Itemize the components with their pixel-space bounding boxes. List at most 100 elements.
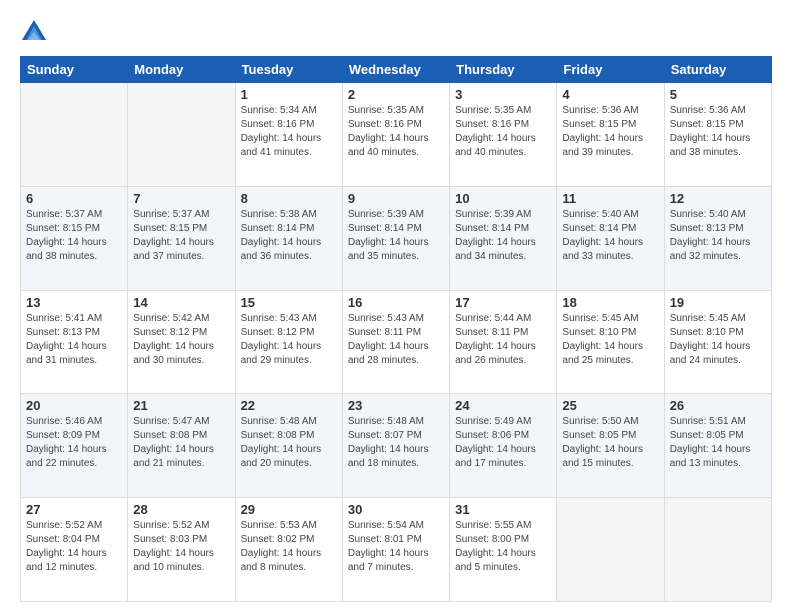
cell-info: Sunrise: 5:46 AM Sunset: 8:09 PM Dayligh… <box>26 415 122 471</box>
day-number: 10 <box>455 191 551 206</box>
day-number: 14 <box>133 295 229 310</box>
week-row-4: 20 Sunrise: 5:46 AM Sunset: 8:09 PM Dayli… <box>21 394 772 498</box>
cell-info: Sunrise: 5:50 AM Sunset: 8:05 PM Dayligh… <box>562 415 658 471</box>
day-number: 23 <box>348 398 444 413</box>
page: SundayMondayTuesdayWednesdayThursdayFrid… <box>0 0 792 612</box>
week-row-2: 6 Sunrise: 5:37 AM Sunset: 8:15 PM Daylig… <box>21 186 772 290</box>
cell-info: Sunrise: 5:43 AM Sunset: 8:11 PM Dayligh… <box>348 312 444 368</box>
day-number: 26 <box>670 398 766 413</box>
cell-info: Sunrise: 5:54 AM Sunset: 8:01 PM Dayligh… <box>348 519 444 575</box>
header-tuesday: Tuesday <box>235 57 342 83</box>
header-sunday: Sunday <box>21 57 128 83</box>
cell-w2-d2: 8Sunrise: 5:38 AM Sunset: 8:14 PM Daylig… <box>235 186 342 290</box>
cell-w1-d3: 2 Sunrise: 5:35 AM Sunset: 8:16 PM Daylig… <box>342 83 449 187</box>
cell-info: Sunrise: 5:55 AM Sunset: 8:00 PM Dayligh… <box>455 519 551 575</box>
cell-info: Sunrise: 5:49 AM Sunset: 8:06 PM Dayligh… <box>455 415 551 471</box>
cell-info: Sunrise: 5:45 AM Sunset: 8:10 PM Dayligh… <box>562 312 658 368</box>
cell-w4-d2: 22 Sunrise: 5:48 AM Sunset: 8:08 PM Dayli… <box>235 394 342 498</box>
cell-w3-d5: 18 Sunrise: 5:45 AM Sunset: 8:10 PM Dayli… <box>557 290 664 394</box>
cell-w2-d5: 11Sunrise: 5:40 AM Sunset: 8:14 PM Dayli… <box>557 186 664 290</box>
cell-w5-d1: 28 Sunrise: 5:52 AM Sunset: 8:03 PM Dayli… <box>128 498 235 602</box>
day-number: 18 <box>562 295 658 310</box>
cell-info: Sunrise: 5:40 AM Sunset: 8:14 PM Dayligh… <box>562 208 658 264</box>
cell-info: Sunrise: 5:48 AM Sunset: 8:08 PM Dayligh… <box>241 415 337 471</box>
cell-w3-d1: 14 Sunrise: 5:42 AM Sunset: 8:12 PM Dayli… <box>128 290 235 394</box>
day-number: 29 <box>241 502 337 517</box>
calendar-table: SundayMondayTuesdayWednesdayThursdayFrid… <box>20 56 772 602</box>
day-number: 17 <box>455 295 551 310</box>
day-number: 8 <box>241 191 337 206</box>
header-monday: Monday <box>128 57 235 83</box>
cell-w5-d3: 30 Sunrise: 5:54 AM Sunset: 8:01 PM Dayli… <box>342 498 449 602</box>
cell-info: Sunrise: 5:34 AM Sunset: 8:16 PM Dayligh… <box>241 104 337 160</box>
cell-w5-d6 <box>664 498 771 602</box>
cell-w1-d6: 5 Sunrise: 5:36 AM Sunset: 8:15 PM Daylig… <box>664 83 771 187</box>
day-number: 27 <box>26 502 122 517</box>
cell-w2-d1: 7Sunrise: 5:37 AM Sunset: 8:15 PM Daylig… <box>128 186 235 290</box>
cell-info: Sunrise: 5:52 AM Sunset: 8:03 PM Dayligh… <box>133 519 229 575</box>
cell-info: Sunrise: 5:44 AM Sunset: 8:11 PM Dayligh… <box>455 312 551 368</box>
day-number: 30 <box>348 502 444 517</box>
week-row-5: 27 Sunrise: 5:52 AM Sunset: 8:04 PM Dayli… <box>21 498 772 602</box>
cell-w2-d3: 9 Sunrise: 5:39 AM Sunset: 8:14 PM Daylig… <box>342 186 449 290</box>
cell-info: Sunrise: 5:35 AM Sunset: 8:16 PM Dayligh… <box>348 104 444 160</box>
day-number: 5 <box>670 87 766 102</box>
cell-w3-d3: 16Sunrise: 5:43 AM Sunset: 8:11 PM Dayli… <box>342 290 449 394</box>
cell-info: Sunrise: 5:37 AM Sunset: 8:15 PM Dayligh… <box>133 208 229 264</box>
day-number: 24 <box>455 398 551 413</box>
day-number: 22 <box>241 398 337 413</box>
cell-info: Sunrise: 5:51 AM Sunset: 8:05 PM Dayligh… <box>670 415 766 471</box>
cell-info: Sunrise: 5:52 AM Sunset: 8:04 PM Dayligh… <box>26 519 122 575</box>
header <box>20 18 772 46</box>
cell-info: Sunrise: 5:35 AM Sunset: 8:16 PM Dayligh… <box>455 104 551 160</box>
day-number: 20 <box>26 398 122 413</box>
cell-w4-d5: 25Sunrise: 5:50 AM Sunset: 8:05 PM Dayli… <box>557 394 664 498</box>
cell-w2-d6: 12Sunrise: 5:40 AM Sunset: 8:13 PM Dayli… <box>664 186 771 290</box>
day-number: 31 <box>455 502 551 517</box>
day-number: 9 <box>348 191 444 206</box>
cell-w1-d4: 3Sunrise: 5:35 AM Sunset: 8:16 PM Daylig… <box>450 83 557 187</box>
cell-w4-d4: 24 Sunrise: 5:49 AM Sunset: 8:06 PM Dayli… <box>450 394 557 498</box>
cell-w4-d1: 21 Sunrise: 5:47 AM Sunset: 8:08 PM Dayli… <box>128 394 235 498</box>
cell-w5-d2: 29 Sunrise: 5:53 AM Sunset: 8:02 PM Dayli… <box>235 498 342 602</box>
cell-info: Sunrise: 5:43 AM Sunset: 8:12 PM Dayligh… <box>241 312 337 368</box>
header-wednesday: Wednesday <box>342 57 449 83</box>
cell-info: Sunrise: 5:48 AM Sunset: 8:07 PM Dayligh… <box>348 415 444 471</box>
cell-w5-d5 <box>557 498 664 602</box>
cell-w4-d3: 23 Sunrise: 5:48 AM Sunset: 8:07 PM Dayli… <box>342 394 449 498</box>
cell-w4-d6: 26 Sunrise: 5:51 AM Sunset: 8:05 PM Dayli… <box>664 394 771 498</box>
logo-icon <box>20 18 48 46</box>
cell-w1-d1 <box>128 83 235 187</box>
day-number: 15 <box>241 295 337 310</box>
cell-w2-d4: 10 Sunrise: 5:39 AM Sunset: 8:14 PM Dayli… <box>450 186 557 290</box>
header-saturday: Saturday <box>664 57 771 83</box>
cell-w4-d0: 20 Sunrise: 5:46 AM Sunset: 8:09 PM Dayli… <box>21 394 128 498</box>
calendar-header-row: SundayMondayTuesdayWednesdayThursdayFrid… <box>21 57 772 83</box>
cell-info: Sunrise: 5:45 AM Sunset: 8:10 PM Dayligh… <box>670 312 766 368</box>
cell-info: Sunrise: 5:53 AM Sunset: 8:02 PM Dayligh… <box>241 519 337 575</box>
cell-info: Sunrise: 5:40 AM Sunset: 8:13 PM Dayligh… <box>670 208 766 264</box>
cell-w1-d5: 4Sunrise: 5:36 AM Sunset: 8:15 PM Daylig… <box>557 83 664 187</box>
cell-info: Sunrise: 5:42 AM Sunset: 8:12 PM Dayligh… <box>133 312 229 368</box>
logo <box>20 18 52 46</box>
cell-info: Sunrise: 5:39 AM Sunset: 8:14 PM Dayligh… <box>348 208 444 264</box>
cell-info: Sunrise: 5:36 AM Sunset: 8:15 PM Dayligh… <box>670 104 766 160</box>
day-number: 1 <box>241 87 337 102</box>
day-number: 19 <box>670 295 766 310</box>
cell-w3-d0: 13 Sunrise: 5:41 AM Sunset: 8:13 PM Dayli… <box>21 290 128 394</box>
cell-w5-d4: 31 Sunrise: 5:55 AM Sunset: 8:00 PM Dayli… <box>450 498 557 602</box>
day-number: 2 <box>348 87 444 102</box>
day-number: 28 <box>133 502 229 517</box>
cell-info: Sunrise: 5:41 AM Sunset: 8:13 PM Dayligh… <box>26 312 122 368</box>
week-row-3: 13 Sunrise: 5:41 AM Sunset: 8:13 PM Dayli… <box>21 290 772 394</box>
day-number: 6 <box>26 191 122 206</box>
day-number: 21 <box>133 398 229 413</box>
cell-w3-d2: 15 Sunrise: 5:43 AM Sunset: 8:12 PM Dayli… <box>235 290 342 394</box>
cell-w1-d0 <box>21 83 128 187</box>
cell-info: Sunrise: 5:39 AM Sunset: 8:14 PM Dayligh… <box>455 208 551 264</box>
day-number: 4 <box>562 87 658 102</box>
cell-info: Sunrise: 5:47 AM Sunset: 8:08 PM Dayligh… <box>133 415 229 471</box>
header-friday: Friday <box>557 57 664 83</box>
cell-w3-d4: 17 Sunrise: 5:44 AM Sunset: 8:11 PM Dayli… <box>450 290 557 394</box>
day-number: 13 <box>26 295 122 310</box>
